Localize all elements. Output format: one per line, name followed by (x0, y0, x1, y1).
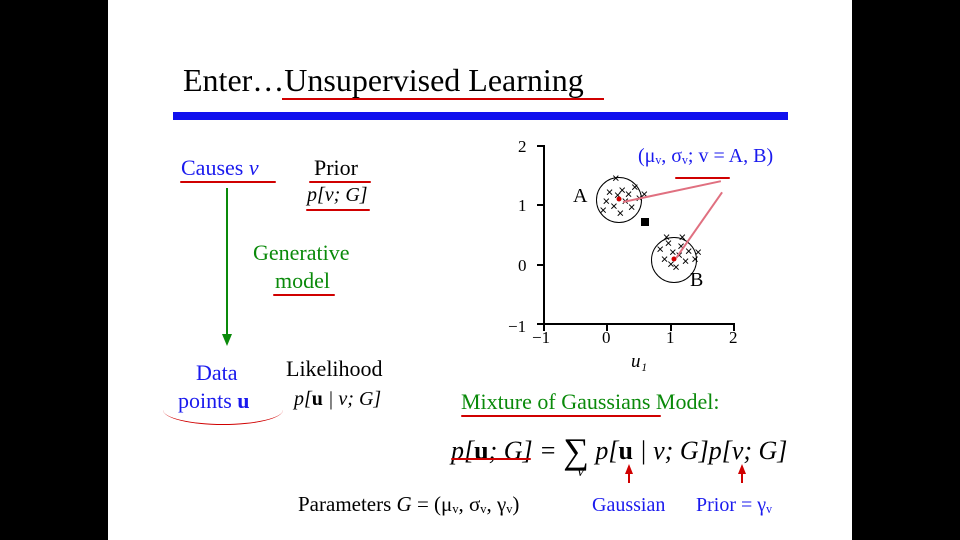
title-main: Unsupervised Learning (284, 62, 583, 98)
arrow-prior-line (741, 473, 743, 483)
y-tick (537, 204, 545, 206)
x-tick-label: 2 (729, 328, 738, 348)
chart-annotation: (μᵥ, σᵥ; v = A, B) (638, 145, 773, 168)
prior-expr: p[v; G] (307, 184, 368, 207)
generative-underline (273, 294, 335, 296)
x-tick-label: 1 (666, 328, 675, 348)
prior-underline-bot (306, 209, 370, 211)
annotation-underline (675, 177, 730, 179)
likelihood-label: Likelihood (286, 356, 383, 382)
prior-label: Prior (314, 155, 358, 181)
data-label-1: Data (196, 360, 238, 386)
cluster-label-a: A (573, 185, 587, 208)
y-tick-label: −1 (508, 317, 526, 337)
causes-label: Causes v (181, 155, 259, 181)
eq-left-underline (451, 458, 531, 460)
y-axis (543, 145, 545, 323)
title-underline (282, 98, 604, 100)
prior-gamma-label: Prior = γᵥ (696, 494, 772, 517)
arrow-gaussian-line (628, 473, 630, 483)
gaussian-label: Gaussian (592, 494, 665, 517)
equation: p[u; G] = ∑ v p[u | v; G]p[v; G] (451, 426, 787, 468)
y-tick-label: 0 (518, 256, 527, 276)
cluster-label-b: B (690, 269, 703, 292)
parameters: Parameters G = (μᵥ, σᵥ, γᵥ) (298, 492, 519, 517)
x-axis-label: u₁ (631, 351, 647, 373)
data-underline (163, 410, 283, 425)
title-divider (173, 112, 788, 120)
arrow-head-icon (222, 334, 232, 346)
generative-label-2: model (275, 268, 330, 294)
y-tick (537, 145, 545, 147)
causes-underline (180, 181, 276, 183)
y-tick (537, 264, 545, 266)
scatter-chart: 2 1 0 −1 −1 0 1 2 u₁ ×××××××××××××××××××… (503, 145, 763, 370)
prior-underline-top (309, 181, 371, 183)
generative-label-1: Generative (253, 240, 350, 266)
mog-underline (461, 415, 661, 417)
x-tick-label: 0 (602, 328, 611, 348)
cluster-center-a (617, 197, 622, 202)
x-axis (543, 323, 733, 325)
title-pre: Enter… (183, 62, 284, 98)
sum-icon: ∑ (563, 431, 589, 471)
mog-label: Mixture of Gaussians Model: (461, 389, 719, 415)
y-tick-label: 1 (518, 196, 527, 216)
arrow-line (226, 188, 228, 334)
y-tick-label: 2 (518, 137, 527, 157)
slide-title: Enter…Unsupervised Learning (183, 62, 584, 99)
query-point (641, 218, 649, 226)
x-tick-label: −1 (532, 328, 550, 348)
slide: Enter…Unsupervised Learning Causes v Pri… (108, 0, 852, 540)
likelihood-expr: p[u | v; G] (294, 388, 381, 411)
